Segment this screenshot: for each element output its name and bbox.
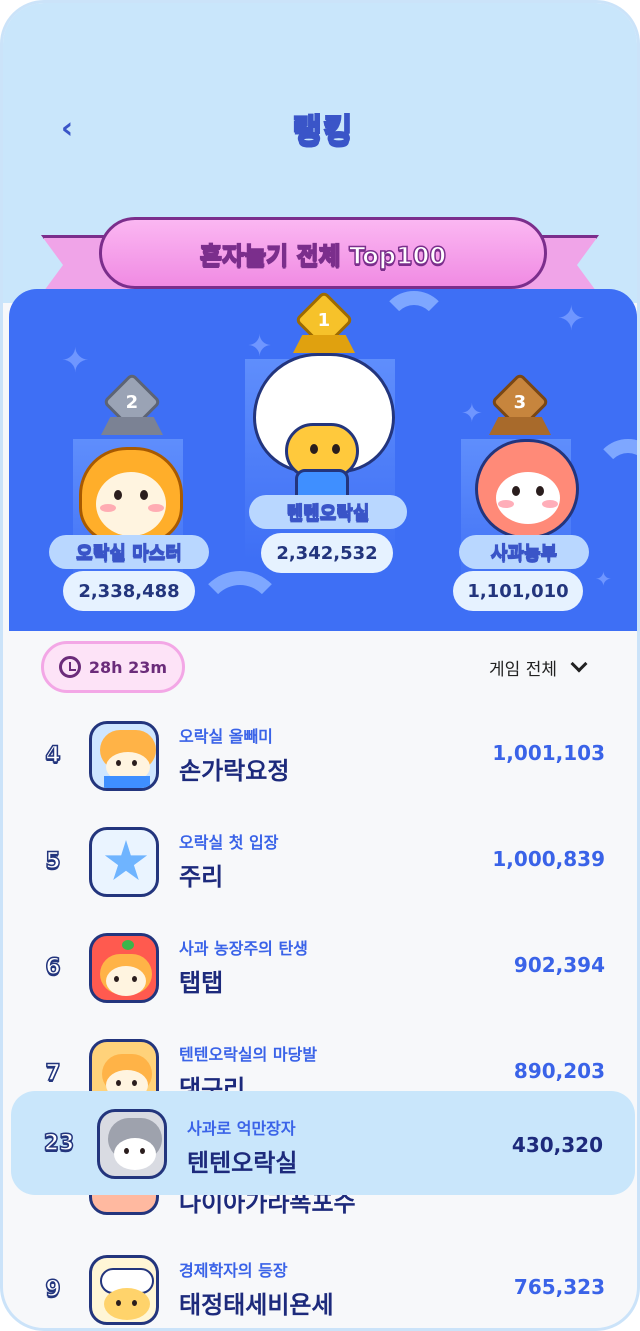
my-avatar bbox=[97, 1109, 167, 1179]
player-avatar bbox=[89, 933, 159, 1003]
alarm-clock-icon bbox=[58, 656, 81, 678]
player-name: 주리 bbox=[179, 863, 224, 891]
rank-number: 4 bbox=[45, 742, 62, 769]
ranking-category-banner: 혼자놀기 전체 Top100 bbox=[99, 217, 547, 289]
star-decoration-icon: ✦ bbox=[595, 567, 612, 591]
gold-medal-icon: 1 bbox=[293, 290, 355, 355]
podium-score: 2,342,532 bbox=[261, 533, 393, 573]
player-avatar bbox=[89, 827, 159, 897]
banner-label: 혼자놀기 전체 Top100 bbox=[199, 241, 447, 271]
ring-decoration bbox=[195, 571, 285, 631]
my-title: 사과로 억만장자 bbox=[187, 1119, 296, 1138]
game-filter-label: 게임 전체 bbox=[489, 659, 557, 680]
player-avatar bbox=[89, 721, 159, 791]
season-timer: 28h 23m bbox=[41, 641, 185, 693]
my-score: 430,320 bbox=[511, 1133, 603, 1157]
podium-name: 텐텐오락실 bbox=[249, 495, 407, 529]
ring-decoration bbox=[379, 291, 449, 361]
rank-number: 7 bbox=[45, 1060, 62, 1087]
silver-medal-icon: 2 bbox=[101, 372, 163, 437]
ranking-row[interactable]: 5 오락실 첫 입장 주리 1,000,839 bbox=[3, 827, 637, 927]
game-filter-dropdown[interactable]: 게임 전체 bbox=[489, 651, 588, 683]
star-decoration-icon: ✦ bbox=[557, 299, 586, 339]
podium-name: 오락실 마스터 bbox=[49, 535, 209, 569]
player-title: 사과 농장주의 탄생 bbox=[179, 939, 308, 958]
player-score: 1,000,839 bbox=[492, 847, 605, 871]
player-title: 텐텐오락실의 마당발 bbox=[179, 1045, 318, 1064]
bronze-medal-icon: 3 bbox=[489, 372, 551, 437]
player-score: 765,323 bbox=[513, 1275, 605, 1299]
chevron-down-icon bbox=[570, 655, 588, 673]
my-rank-number: 23 bbox=[43, 1130, 75, 1157]
player-title: 경제학자의 등장 bbox=[179, 1261, 288, 1280]
player-score: 902,394 bbox=[513, 953, 605, 977]
podium-score: 2,338,488 bbox=[63, 571, 195, 611]
ranking-row[interactable]: 9 경제학자의 등장 태정태세비욘세 765,323 bbox=[3, 1255, 637, 1328]
podium-name: 사과농부 bbox=[459, 535, 589, 569]
star-decoration-icon: ✦ bbox=[461, 399, 483, 429]
page-title: 랭킹 bbox=[292, 110, 354, 150]
mouse-avatar bbox=[475, 439, 579, 539]
player-score: 1,001,103 bbox=[492, 741, 605, 765]
rank-number: 6 bbox=[45, 954, 62, 981]
player-name: 탭탭 bbox=[179, 969, 224, 997]
timer-text: 28h 23m bbox=[88, 657, 168, 677]
ring-decoration bbox=[593, 439, 637, 509]
star-burst-icon bbox=[104, 840, 148, 881]
player-name: 태정태세비욘세 bbox=[179, 1291, 334, 1319]
my-rank-card[interactable]: 23 사과로 억만장자 텐텐오락실 430,320 bbox=[11, 1091, 635, 1195]
podium-score: 1,101,010 bbox=[453, 571, 583, 611]
star-decoration-icon: ✦ bbox=[61, 341, 90, 381]
my-name: 텐텐오락실 bbox=[187, 1149, 298, 1177]
rank-number: 5 bbox=[45, 848, 62, 875]
player-name: 손가락요정 bbox=[179, 757, 290, 785]
player-avatar bbox=[89, 1255, 159, 1325]
app-screen: ‹ 랭킹 혼자놀기 전체 Top100 ✦ ✦ ✦ ✦ ✦ 2 오락실 마스터 bbox=[0, 0, 640, 1331]
player-score: 890,203 bbox=[513, 1059, 605, 1083]
hamster-avatar bbox=[79, 447, 183, 543]
rank-number: 9 bbox=[45, 1276, 62, 1303]
ranking-row[interactable]: 6 사과 농장주의 탄생 탭탭 902,394 bbox=[3, 933, 637, 1033]
top3-podium: ✦ ✦ ✦ ✦ ✦ 2 오락실 마스터 2,338,488 1 텐텐오락실 2,… bbox=[9, 289, 637, 631]
ranking-row[interactable]: 4 오락실 올빼미 손가락요정 1,001,103 bbox=[3, 721, 637, 821]
player-title: 오락실 올빼미 bbox=[179, 727, 273, 746]
player-title: 오락실 첫 입장 bbox=[179, 833, 279, 852]
